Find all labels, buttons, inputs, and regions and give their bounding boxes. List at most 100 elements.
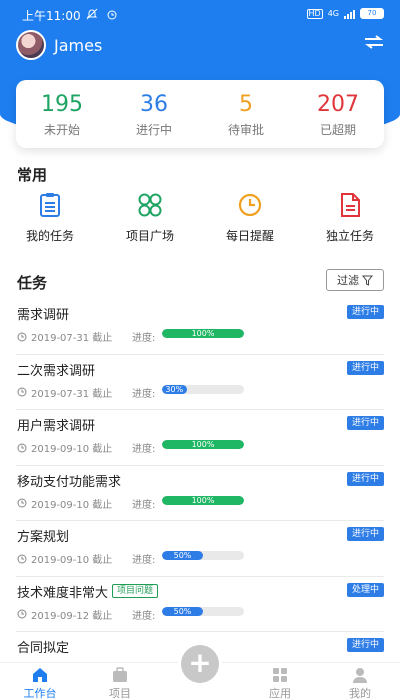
nav-label: 我的 <box>349 687 371 700</box>
task-title-wrap: 移动支付功能需求 <box>17 471 121 490</box>
task-row[interactable]: 移动支付功能需求 进行中 2019-09-10 截止 进度: 100% <box>16 466 384 521</box>
status-time: 上午11:00 <box>22 9 81 23</box>
signal-icon <box>344 9 355 19</box>
profile[interactable]: James <box>16 30 102 60</box>
switch-icon[interactable] <box>364 34 384 50</box>
nav-label: 工作台 <box>23 687 57 700</box>
filter-button[interactable]: 过滤 <box>326 269 384 291</box>
document-icon <box>341 193 360 217</box>
progress-fill: 100% <box>162 495 244 505</box>
clock-icon <box>238 193 262 217</box>
user-icon <box>353 668 367 683</box>
task-deadline: 2019-07-31 截止 <box>17 385 112 400</box>
stat-value: 207 <box>317 92 359 117</box>
quick-actions: 我的任务 项目广场 每日提醒 独立任务 <box>0 192 400 244</box>
task-title-wrap: 方案规划 <box>17 526 69 545</box>
deadline-clock-icon <box>17 498 27 508</box>
nav-apps[interactable]: 应用 <box>240 663 320 700</box>
progress-bar: 50% <box>162 551 244 560</box>
filter-label: 过滤 <box>337 274 359 287</box>
nav-workbench[interactable]: 工作台 <box>0 663 80 700</box>
deadline-clock-icon <box>17 609 27 619</box>
deadline-clock-icon <box>17 332 27 341</box>
status-badge: 进行中 <box>346 638 384 652</box>
status-badge: 进行中 <box>346 305 384 319</box>
stat-pending-approval[interactable]: 5 待审批 <box>200 80 292 148</box>
task-title-wrap: 二次需求调研 <box>17 360 95 379</box>
alarm-icon <box>107 10 117 20</box>
progress-label: 进度: <box>132 499 156 511</box>
quick-project-square[interactable]: 项目广场 <box>100 192 200 244</box>
add-button[interactable]: + <box>181 645 219 683</box>
status-right: HD 4G 70 <box>306 8 384 19</box>
progress-bar: 100% <box>162 329 244 338</box>
task-row[interactable]: 方案规划 进行中 2019-09-10 截止 进度: 50% <box>16 521 384 577</box>
task-row[interactable]: 用户需求调研 进行中 2019-09-10 截止 进度: 100% <box>16 410 384 466</box>
funnel-icon <box>362 275 373 286</box>
briefcase-icon <box>113 667 127 682</box>
quick-my-tasks[interactable]: 我的任务 <box>0 192 100 244</box>
stat-value: 36 <box>140 92 168 117</box>
quick-label: 独立任务 <box>325 229 374 243</box>
task-title: 移动支付功能需求 <box>17 474 122 490</box>
task-list-icon <box>40 193 60 217</box>
task-date: 2019-07-31 截止 <box>31 388 113 400</box>
task-date: 2019-09-12 截止 <box>31 610 113 622</box>
stat-overdue[interactable]: 207 已超期 <box>292 80 384 148</box>
task-row[interactable]: 技术难度非常大 项目问题 处理中 2019-09-12 截止 进度: 50% <box>16 577 384 632</box>
progress-fill: 100% <box>162 440 244 449</box>
status-bar: 上午11:00 HD 4G 70 <box>0 0 400 28</box>
task-deadline: 2019-07-31 截止 <box>17 329 112 344</box>
task-title: 二次需求调研 <box>17 363 96 379</box>
grid-icon <box>273 668 287 682</box>
battery-icon: 70 <box>360 8 384 19</box>
progress-bar: 100% <box>162 495 244 505</box>
quick-label: 每日提醒 <box>225 229 274 243</box>
quick-daily-reminder[interactable]: 每日提醒 <box>200 192 300 244</box>
progress-bar: 100% <box>162 440 244 449</box>
stats-card: 195 未开始 36 进行中 5 待审批 207 已超期 <box>16 80 384 148</box>
task-deadline: 2019-09-10 截止 <box>17 440 112 455</box>
deadline-clock-icon <box>17 387 27 397</box>
stat-in-progress[interactable]: 36 进行中 <box>108 80 200 148</box>
task-date: 2019-09-10 截止 <box>31 444 113 455</box>
task-date: 2019-09-10 截止 <box>31 499 113 511</box>
task-title: 用户需求调研 <box>17 419 96 434</box>
progress-label: 进度: <box>132 388 156 400</box>
progress-label: 进度: <box>132 555 156 566</box>
task-deadline: 2019-09-12 截止 <box>17 607 112 622</box>
progress-fill: 50% <box>162 551 203 560</box>
stat-value: 195 <box>41 92 83 117</box>
deadline-clock-icon <box>17 554 27 563</box>
common-section-title: 常用 <box>17 166 48 184</box>
quick-label: 我的任务 <box>25 229 74 243</box>
status-badge: 进行中 <box>346 416 384 430</box>
stat-label: 待审批 <box>227 123 264 137</box>
quick-independent-task[interactable]: 独立任务 <box>300 192 400 244</box>
avatar[interactable] <box>16 30 46 60</box>
quick-label: 项目广场 <box>125 229 174 243</box>
status-badge: 处理中 <box>346 582 384 597</box>
tasks-section-title: 任务 <box>17 274 48 292</box>
nav-projects[interactable]: 项目 <box>80 663 160 700</box>
status-badge: 进行中 <box>346 360 384 375</box>
task-title: 合同拟定 <box>17 641 70 656</box>
progress-label: 进度: <box>132 444 156 455</box>
progress-label: 进度: <box>132 610 156 622</box>
stat-not-started[interactable]: 195 未开始 <box>16 80 108 148</box>
project-square-icon <box>138 193 162 217</box>
hd-indicator: HD <box>306 8 323 19</box>
task-row[interactable]: 二次需求调研 进行中 2019-07-31 截止 进度: 30% <box>16 355 384 410</box>
progress-bar: 50% <box>162 606 244 616</box>
status-badge: 进行中 <box>346 471 384 486</box>
progress-label: 进度: <box>132 333 156 344</box>
deadline-clock-icon <box>17 443 27 452</box>
stat-label: 进行中 <box>135 123 172 137</box>
username: James <box>54 35 103 55</box>
task-row[interactable]: 需求调研 进行中 2019-07-31 截止 进度: 100% <box>16 299 384 355</box>
nav-me[interactable]: 我的 <box>320 663 400 700</box>
stat-label: 未开始 <box>43 123 80 137</box>
task-list: 需求调研 进行中 2019-07-31 截止 进度: 100% 二次需求调研 进行中 2019… <box>0 299 400 688</box>
fab-container: + <box>178 642 222 686</box>
task-title: 需求调研 <box>17 308 70 323</box>
